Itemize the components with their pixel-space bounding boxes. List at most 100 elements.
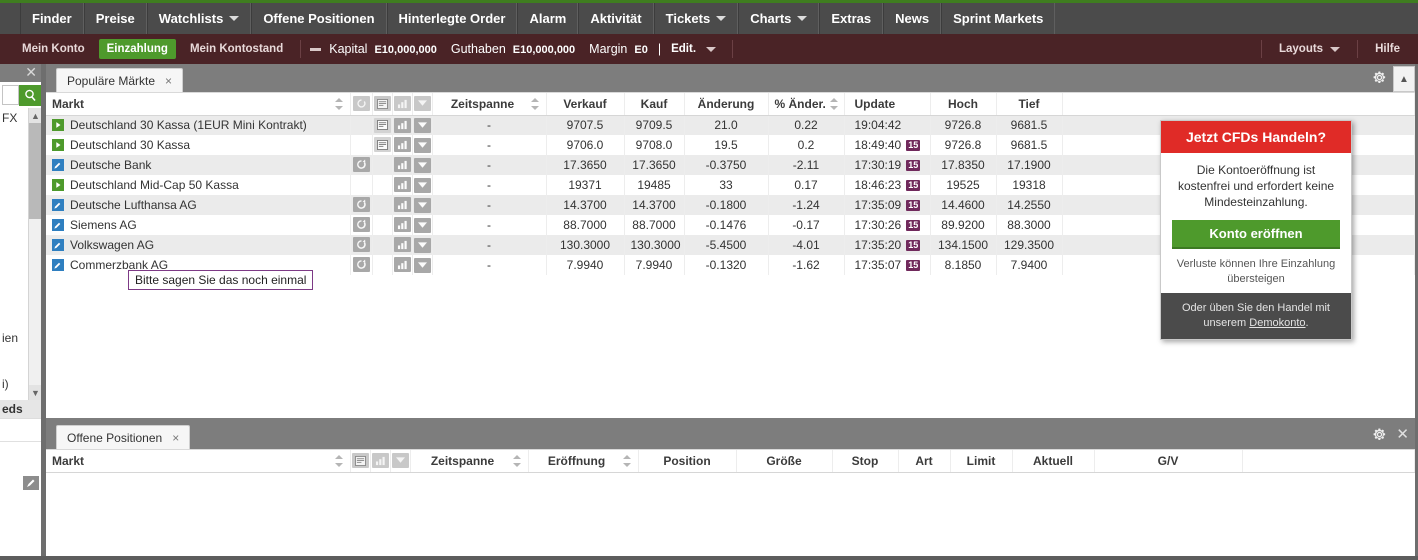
- cell-kauf[interactable]: 130.3000: [624, 235, 685, 255]
- hilfe-button[interactable]: Hilfe: [1365, 34, 1418, 64]
- cell-refresh[interactable]: [350, 235, 373, 255]
- chart-icon[interactable]: [393, 117, 411, 133]
- edit-pencil-icon[interactable]: [52, 159, 64, 171]
- chart-icon[interactable]: [393, 237, 411, 253]
- cell-actions[interactable]: [412, 195, 433, 215]
- mein-konto-button[interactable]: Mein Konto: [0, 34, 95, 64]
- close-icon[interactable]: ×: [165, 74, 172, 88]
- cell-kauf[interactable]: 19485: [624, 175, 685, 195]
- demokonto-link[interactable]: Demokonto: [1249, 317, 1305, 329]
- cell-news[interactable]: [372, 235, 393, 255]
- column-header-chart[interactable]: [370, 450, 391, 473]
- chevron-down-icon[interactable]: [413, 237, 431, 253]
- news-icon[interactable]: [351, 453, 369, 468]
- cell-markt[interactable]: Deutsche Lufthansa AG: [46, 195, 351, 215]
- cell-news[interactable]: [372, 135, 393, 155]
- chevron-down-icon[interactable]: [413, 117, 431, 133]
- refresh-icon[interactable]: [352, 237, 370, 252]
- cell-news[interactable]: [372, 255, 393, 275]
- chevron-down-icon[interactable]: [413, 257, 431, 273]
- einzahlung-button[interactable]: Einzahlung: [98, 39, 176, 59]
- news-icon[interactable]: [373, 117, 391, 133]
- nav-item-finder[interactable]: Finder: [20, 3, 84, 34]
- column-header-position[interactable]: Position: [638, 450, 737, 473]
- nav-item-extras[interactable]: Extras: [819, 3, 884, 34]
- column-header-verkauf[interactable]: Verkauf: [546, 93, 625, 116]
- column-header-actions[interactable]: [412, 93, 433, 116]
- sort-icon[interactable]: [512, 454, 522, 467]
- cell-refresh[interactable]: [350, 175, 373, 195]
- chart-icon[interactable]: [393, 197, 411, 213]
- edit-pencil-icon[interactable]: [52, 259, 64, 271]
- tab-populaere-maerkte[interactable]: Populäre Märkte ×: [56, 68, 184, 92]
- chevron-down-icon[interactable]: [413, 197, 431, 213]
- refresh-icon[interactable]: [352, 257, 370, 272]
- column-header-limit[interactable]: Limit: [950, 450, 1013, 473]
- cell-kauf[interactable]: 9708.0: [624, 135, 685, 155]
- cell-actions[interactable]: [412, 115, 433, 135]
- edit-pencil-icon[interactable]: [23, 476, 39, 490]
- scrollbar-thumb[interactable]: [29, 123, 41, 219]
- cell-actions[interactable]: [412, 175, 433, 195]
- cell-markt[interactable]: Deutschland 30 Kassa: [46, 135, 351, 155]
- column-header-eroeffnung[interactable]: Eröffnung: [528, 450, 639, 473]
- play-icon[interactable]: [52, 179, 64, 191]
- cell-verkauf[interactable]: 9707.5: [546, 115, 625, 135]
- cell-markt[interactable]: Deutsche Bank: [46, 155, 351, 175]
- cell-refresh[interactable]: [350, 215, 373, 235]
- sort-icon[interactable]: [334, 97, 344, 110]
- column-header-kauf[interactable]: Kauf: [624, 93, 685, 116]
- sort-icon[interactable]: [530, 97, 540, 110]
- scroll-down-icon[interactable]: ▼: [29, 385, 41, 400]
- chart-icon[interactable]: [393, 137, 411, 153]
- scroll-up-icon[interactable]: ▲: [29, 108, 41, 123]
- cell-chart[interactable]: [392, 155, 413, 175]
- left-panel-scrollbar[interactable]: ▲ ▼: [28, 108, 41, 400]
- cell-refresh[interactable]: [350, 255, 373, 275]
- cell-markt[interactable]: Deutschland Mid-Cap 50 Kassa: [46, 175, 351, 195]
- edit-pencil-icon[interactable]: [52, 219, 64, 231]
- sort-icon[interactable]: [829, 97, 838, 110]
- chart-icon[interactable]: [393, 177, 411, 193]
- column-header-gv[interactable]: G/V: [1094, 450, 1243, 473]
- cell-verkauf[interactable]: 7.9940: [546, 255, 625, 275]
- column-header-news[interactable]: [372, 93, 393, 116]
- news-icon[interactable]: [373, 96, 391, 111]
- cell-chart[interactable]: [392, 115, 413, 135]
- column-header-actions[interactable]: [390, 450, 411, 473]
- refresh-icon[interactable]: [352, 217, 370, 232]
- cell-verkauf[interactable]: 130.3000: [546, 235, 625, 255]
- gear-icon[interactable]: [1372, 70, 1387, 85]
- chevron-down-icon[interactable]: [391, 453, 409, 469]
- chart-icon[interactable]: [393, 217, 411, 233]
- layouts-menu[interactable]: Layouts: [1269, 34, 1350, 64]
- chart-icon[interactable]: [371, 453, 389, 468]
- column-header-markt[interactable]: Markt: [46, 450, 351, 473]
- chart-icon[interactable]: [393, 257, 411, 273]
- nav-item-news[interactable]: News: [883, 3, 942, 34]
- close-icon[interactable]: ✕: [1396, 427, 1409, 442]
- column-header-refresh[interactable]: [350, 93, 373, 116]
- column-header-tief[interactable]: Tief: [996, 93, 1063, 116]
- cell-news[interactable]: [372, 115, 393, 135]
- nav-item-watchlists[interactable]: Watchlists: [146, 3, 252, 34]
- cell-refresh[interactable]: [350, 115, 373, 135]
- column-header-zeitspanne[interactable]: Zeitspanne: [410, 450, 529, 473]
- nav-item-sprint-markets[interactable]: Sprint Markets: [941, 3, 1056, 34]
- play-icon[interactable]: [52, 139, 64, 151]
- edit-pencil-icon[interactable]: [52, 239, 64, 251]
- sort-icon[interactable]: [334, 454, 344, 467]
- cell-verkauf[interactable]: 19371: [546, 175, 625, 195]
- chevron-down-icon[interactable]: [706, 46, 717, 52]
- cell-actions[interactable]: [412, 135, 433, 155]
- cell-kauf[interactable]: 17.3650: [624, 155, 685, 175]
- cell-verkauf[interactable]: 14.3700: [546, 195, 625, 215]
- cell-markt[interactable]: Volkswagen AG: [46, 235, 351, 255]
- nav-item-offene-positionen[interactable]: Offene Positionen: [251, 3, 387, 34]
- cell-chart[interactable]: [392, 135, 413, 155]
- edit-pencil-icon[interactable]: [52, 199, 64, 211]
- mein-kontostand-button[interactable]: Mein Kontostand: [180, 34, 293, 64]
- column-header-hoch[interactable]: Hoch: [930, 93, 997, 116]
- konto-eroeffnen-button[interactable]: Konto eröffnen: [1172, 220, 1340, 249]
- cell-news[interactable]: [372, 175, 393, 195]
